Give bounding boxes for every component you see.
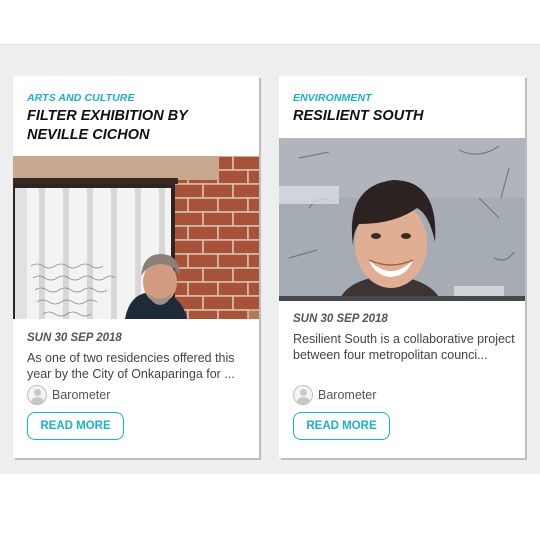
author-row: Barometer	[27, 385, 110, 405]
author-row: Barometer	[293, 385, 376, 405]
article-excerpt: Resilient South is a collaborative proje…	[293, 332, 515, 362]
category-label[interactable]: ARTS AND CULTURE	[27, 92, 135, 104]
author-name[interactable]: Barometer	[52, 388, 110, 402]
article-card[interactable]: ARTS AND CULTURE FILTER EXHIBITION BY NE…	[13, 76, 259, 458]
user-avatar-icon	[293, 385, 313, 405]
read-more-button[interactable]: READ MORE	[293, 412, 390, 440]
article-image[interactable]	[279, 138, 525, 301]
user-avatar-icon	[27, 385, 47, 405]
article-card[interactable]: ENVIRONMENT RESILIENT SOUTH SUN 30 SEP 2…	[279, 76, 525, 458]
article-date: SUN 30 SEP 2018	[27, 332, 122, 344]
article-image[interactable]	[13, 156, 259, 319]
article-title[interactable]: RESILIENT SOUTH	[293, 107, 515, 126]
author-name[interactable]: Barometer	[318, 388, 376, 402]
read-more-button[interactable]: READ MORE	[27, 412, 124, 440]
article-title[interactable]: FILTER EXHIBITION BY NEVILLE CICHON	[27, 107, 249, 145]
article-excerpt: As one of two residencies offered this y…	[27, 351, 235, 381]
category-label[interactable]: ENVIRONMENT	[293, 92, 372, 104]
article-date: SUN 30 SEP 2018	[293, 313, 388, 325]
